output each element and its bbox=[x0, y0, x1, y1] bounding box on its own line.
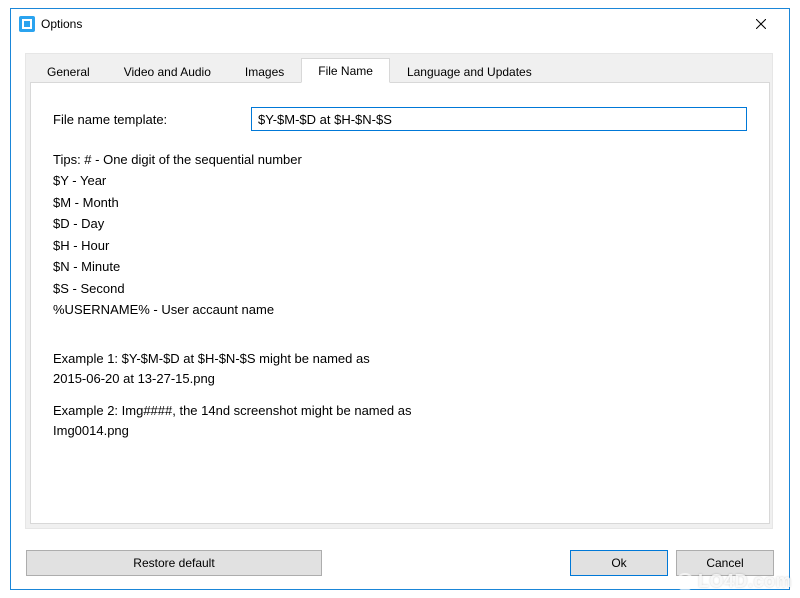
tip-line: $S - Second bbox=[53, 278, 747, 299]
example-line: Example 2: Img####, the 14nd screenshot … bbox=[53, 401, 747, 421]
examples-block: Example 1: $Y-$M-$D at $H-$N-$S might be… bbox=[53, 349, 747, 442]
tips-block: Tips: # - One digit of the sequential nu… bbox=[53, 149, 747, 321]
restore-default-button[interactable]: Restore default bbox=[26, 550, 322, 576]
footer: Restore default Ok Cancel bbox=[26, 550, 774, 576]
tab-video-audio[interactable]: Video and Audio bbox=[107, 59, 228, 83]
tip-line: Tips: # - One digit of the sequential nu… bbox=[53, 149, 747, 170]
tip-line: $N - Minute bbox=[53, 256, 747, 277]
app-icon bbox=[19, 16, 35, 32]
tip-line: $D - Day bbox=[53, 213, 747, 234]
file-name-template-input[interactable] bbox=[251, 107, 747, 131]
options-window: Options General Video and Audio Images F… bbox=[10, 8, 790, 590]
ok-button[interactable]: Ok bbox=[570, 550, 668, 576]
close-button[interactable] bbox=[741, 10, 781, 38]
watermark: LO4D.com bbox=[676, 571, 792, 592]
tip-line: $Y - Year bbox=[53, 170, 747, 191]
example-line: Example 1: $Y-$M-$D at $H-$N-$S might be… bbox=[53, 349, 747, 369]
tip-line: $M - Month bbox=[53, 192, 747, 213]
tab-body: File name template: Tips: # - One digit … bbox=[30, 82, 770, 524]
options-panel: General Video and Audio Images File Name… bbox=[25, 53, 773, 529]
example-1: Example 1: $Y-$M-$D at $H-$N-$S might be… bbox=[53, 349, 747, 389]
titlebar: Options bbox=[11, 9, 789, 39]
watermark-text: LO4D.com bbox=[698, 571, 792, 592]
example-2: Example 2: Img####, the 14nd screenshot … bbox=[53, 401, 747, 441]
tab-language-updates[interactable]: Language and Updates bbox=[390, 59, 549, 83]
template-label: File name template: bbox=[53, 112, 251, 127]
tip-line: $H - Hour bbox=[53, 235, 747, 256]
tip-line: %USERNAME% - User accaunt name bbox=[53, 299, 747, 320]
window-title: Options bbox=[41, 17, 82, 31]
example-line: Img0014.png bbox=[53, 421, 747, 441]
example-line: 2015-06-20 at 13-27-15.png bbox=[53, 369, 747, 389]
tab-images[interactable]: Images bbox=[228, 59, 301, 83]
tab-file-name[interactable]: File Name bbox=[301, 58, 390, 83]
tab-strip: General Video and Audio Images File Name… bbox=[26, 54, 772, 82]
tab-general[interactable]: General bbox=[30, 59, 107, 83]
